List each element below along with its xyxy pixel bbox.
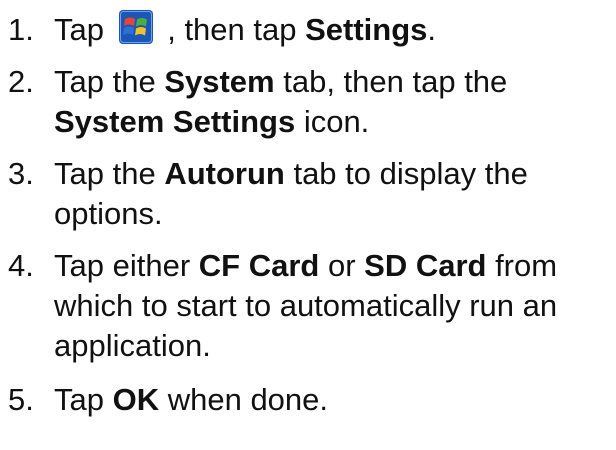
step-text: or xyxy=(319,248,365,283)
step-number: 2. xyxy=(8,64,34,99)
step-number: 1. xyxy=(8,12,34,47)
step-text: which to start to automatically run an xyxy=(54,288,558,323)
step-text: Tap xyxy=(54,382,113,417)
step-bold: Settings xyxy=(305,12,428,47)
step-bold: System Settings xyxy=(54,104,296,139)
step-text: application. xyxy=(54,328,211,363)
step-number: 4. xyxy=(8,248,34,283)
step-text: Tap the xyxy=(54,156,165,191)
step-text: tab, then tap the xyxy=(274,64,508,99)
step-text: . xyxy=(427,12,437,47)
step-5: 5. Tap OK when done. xyxy=(0,380,609,420)
windows-start-icon xyxy=(118,10,153,44)
step-number: 3. xyxy=(8,156,34,191)
step-text: from xyxy=(486,248,558,283)
step-text: options. xyxy=(54,196,163,231)
step-1: 1. Tap , then tap Settings. xyxy=(0,0,609,50)
step-bold: Autorun xyxy=(164,156,285,191)
step-bold: CF Card xyxy=(198,248,320,283)
step-text: Tap the xyxy=(54,64,165,99)
step-text: Tap either xyxy=(54,248,199,283)
step-text: when done. xyxy=(159,382,329,417)
instruction-steps: 1. Tap , then tap Settings. 2. Tap the S… xyxy=(0,0,616,420)
step-text: tab to display the xyxy=(284,156,528,191)
step-text: Tap xyxy=(54,12,113,47)
step-2: 2. Tap the System tab, then tap the Syst… xyxy=(0,62,609,142)
step-text: icon. xyxy=(295,104,370,139)
step-bold: SD Card xyxy=(364,248,487,283)
step-text: , then tap xyxy=(158,12,306,47)
step-number: 5. xyxy=(8,382,34,417)
step-bold: OK xyxy=(112,382,160,417)
step-bold: System xyxy=(164,64,275,99)
step-4: 4. Tap either CF Card or SD Card from wh… xyxy=(0,246,609,366)
step-3: 3. Tap the Autorun tab to display the op… xyxy=(0,154,609,234)
